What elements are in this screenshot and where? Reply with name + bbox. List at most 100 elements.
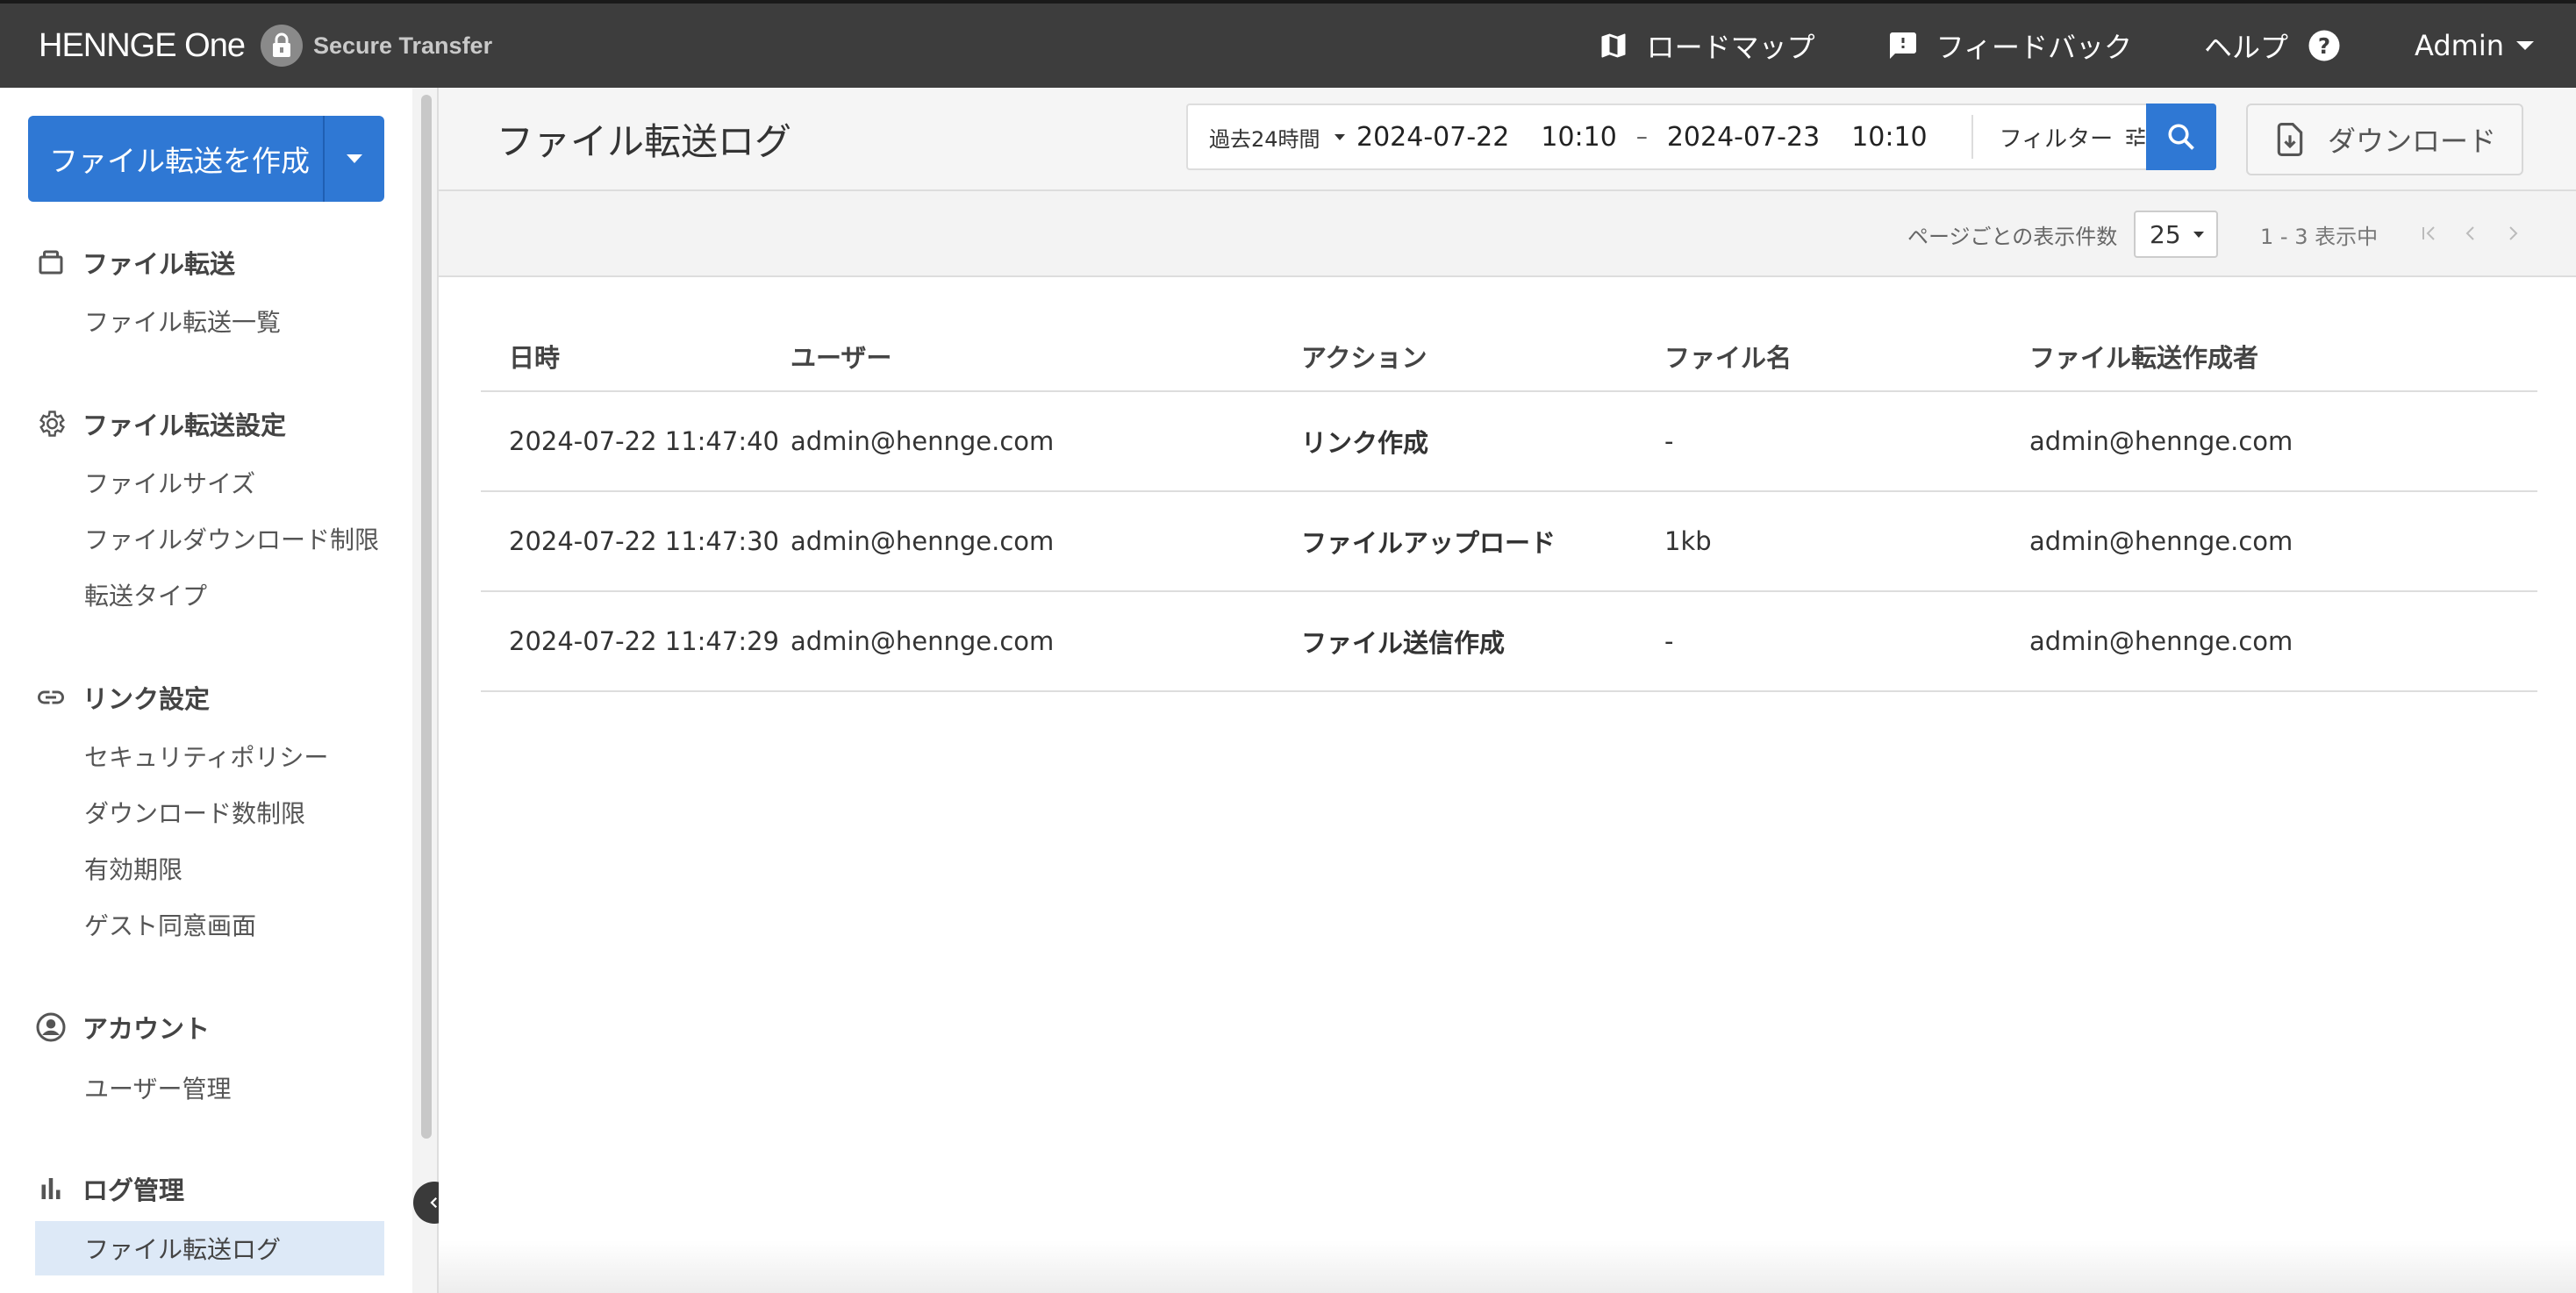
sidebar-item-user-management[interactable]: ユーザー管理 — [84, 1070, 231, 1105]
admin-label: Admin — [2415, 29, 2504, 62]
sidebar-item-guest-consent[interactable]: ゲスト同意画面 — [84, 907, 256, 942]
per-page-value: 25 — [2150, 219, 2181, 249]
map-icon — [1601, 33, 1626, 58]
bar-chart-icon — [41, 1178, 61, 1199]
cell-filename: - — [1664, 591, 2029, 692]
to-date-input[interactable]: 2024-07-23 — [1667, 122, 1820, 153]
table-row[interactable]: 2024-07-22 11:47:29 admin@hennge.com ファイ… — [481, 591, 2537, 692]
sidebar-item-label: ファイル転送ログ — [84, 1235, 282, 1264]
chevron-down-icon — [347, 154, 362, 163]
per-page-label: ページごとの表示件数 — [1907, 225, 2118, 249]
brand-logo: HENNGE One — [39, 26, 246, 64]
chevron-down-icon — [1334, 133, 1345, 140]
feedback-link[interactable]: フィードバック — [1887, 25, 2132, 66]
help-label: ヘルプ — [2204, 31, 2289, 64]
prev-page-icon[interactable] — [2450, 216, 2492, 251]
svg-text:?: ? — [2318, 33, 2330, 59]
roadmap-link[interactable]: ロードマップ — [1598, 25, 1815, 66]
column-header-date[interactable]: 日時 — [481, 321, 791, 392]
bottom-fade — [439, 1240, 2576, 1293]
search-icon — [2168, 124, 2194, 150]
sidebar-scrollbar[interactable] — [421, 95, 432, 1139]
create-transfer-button[interactable]: ファイル転送を作成 — [28, 116, 384, 202]
column-header-user[interactable]: ユーザー — [791, 321, 1301, 392]
cell-user: admin@hennge.com — [791, 491, 1301, 592]
pagination-bar: ページごとの表示件数 25 1 - 3 表示中 — [439, 193, 2576, 277]
cell-date: 2024-07-22 11:47:30 — [481, 491, 791, 592]
from-time-input[interactable]: 10:10 — [1541, 122, 1616, 153]
cell-creator: admin@hennge.com — [2029, 591, 2537, 692]
to-time-input[interactable]: 10:10 — [1851, 122, 1927, 153]
log-table: 日時 ユーザー アクション ファイル名 ファイル転送作成者 2024-07-22… — [481, 321, 2537, 692]
range-separator: – — [1635, 124, 1648, 150]
product-name: Secure Transfer — [312, 32, 493, 59]
log-panel: 日時 ユーザー アクション ファイル名 ファイル転送作成者 2024-07-22… — [439, 277, 2576, 1293]
sidebar-item-download-count[interactable]: ダウンロード数制限 — [84, 795, 305, 830]
feedback-icon — [1889, 32, 1916, 59]
section-title: ログ管理 — [82, 1175, 185, 1205]
search-button[interactable] — [2146, 104, 2216, 170]
next-page-icon[interactable] — [2492, 216, 2534, 251]
sidebar-item-transfer-type[interactable]: 転送タイプ — [84, 577, 207, 612]
date-filter-group: 過去24時間 2024-07-22 10:10 – 2024-07-23 10:… — [1186, 104, 2216, 170]
admin-menu[interactable]: Admin — [2415, 29, 2534, 62]
result-range: 1 - 3 表示中 — [2260, 225, 2379, 249]
briefcase-icon — [39, 250, 63, 275]
cell-user: admin@hennge.com — [791, 391, 1301, 492]
top-bar: HENNGE One Secure Transfer ロードマップ フィードバッ… — [0, 0, 2576, 88]
divider — [1971, 115, 1973, 159]
sidebar-section-transfer-settings: ファイル転送設定 — [35, 405, 286, 442]
sidebar-item-security-policy[interactable]: セキュリティポリシー — [84, 739, 328, 774]
help-link[interactable]: ヘルプ ? — [2204, 25, 2343, 66]
first-page-icon[interactable] — [2408, 216, 2450, 251]
sidebar-section-file-transfer: ファイル転送 — [35, 244, 235, 281]
cell-action: ファイル送信作成 — [1301, 591, 1664, 692]
file-download-icon — [2277, 123, 2303, 156]
cell-filename: - — [1664, 391, 2029, 492]
chevron-down-icon — [2516, 41, 2534, 50]
from-date-input[interactable]: 2024-07-22 — [1356, 122, 1509, 153]
sidebar-item-download-limit[interactable]: ファイルダウンロード制限 — [84, 521, 379, 556]
cell-user: admin@hennge.com — [791, 591, 1301, 692]
section-title: ファイル転送設定 — [82, 411, 287, 440]
content-header: ファイル転送ログ 過去24時間 2024-07-22 10:10 – 2024-… — [439, 88, 2576, 191]
cell-date: 2024-07-22 11:47:40 — [481, 391, 791, 492]
sidebar-section-account: アカウント — [35, 1009, 210, 1046]
brand[interactable]: HENNGE One Secure Transfer — [39, 25, 492, 67]
help-icon: ? — [2308, 30, 2340, 61]
sidebar-item-expiry[interactable]: 有効期限 — [84, 851, 182, 886]
sidebar-item-transfer-list[interactable]: ファイル転送一覧 — [84, 304, 281, 339]
sliders-icon — [2126, 127, 2145, 146]
section-title: ファイル転送 — [82, 249, 236, 279]
lock-badge-icon — [260, 25, 303, 67]
roadmap-label: ロードマップ — [1646, 31, 1815, 64]
sidebar-section-link-settings: リンク設定 — [35, 679, 210, 716]
download-button[interactable]: ダウンロード — [2246, 104, 2523, 175]
chevron-down-icon — [2193, 231, 2204, 238]
cell-action: ファイルアップロード — [1301, 491, 1664, 592]
pager-controls — [2408, 216, 2534, 251]
filter-button[interactable]: フィルター — [2000, 121, 2148, 154]
cell-date: 2024-07-22 11:47:29 — [481, 591, 791, 692]
column-header-action[interactable]: アクション — [1301, 321, 1664, 392]
column-header-filename[interactable]: ファイル名 — [1664, 321, 2029, 392]
column-header-creator[interactable]: ファイル転送作成者 — [2029, 321, 2537, 392]
top-nav: ロードマップ フィードバック ヘルプ ? Admin — [1598, 4, 2576, 88]
table-row[interactable]: 2024-07-22 11:47:30 admin@hennge.com ファイ… — [481, 491, 2537, 592]
create-transfer-dropdown[interactable] — [323, 116, 384, 202]
page-title: ファイル転送ログ — [497, 120, 792, 163]
link-icon — [38, 690, 64, 704]
account-circle-icon — [36, 1012, 66, 1042]
gear-icon — [39, 411, 65, 437]
cell-action: リンク作成 — [1301, 391, 1664, 492]
create-transfer-label[interactable]: ファイル転送を作成 — [28, 116, 323, 202]
sidebar-section-log-management: ログ管理 — [35, 1170, 184, 1207]
cell-filename: 1kb — [1664, 491, 2029, 592]
cell-creator: admin@hennge.com — [2029, 391, 2537, 492]
per-page-select[interactable]: 25 — [2134, 211, 2218, 258]
sidebar-item-transfer-log[interactable]: ファイル転送ログ — [35, 1221, 384, 1275]
section-title: アカウント — [82, 1014, 211, 1044]
sidebar-item-file-size[interactable]: ファイルサイズ — [84, 465, 255, 500]
range-select[interactable]: 過去24時間 — [1188, 122, 1356, 153]
table-row[interactable]: 2024-07-22 11:47:40 admin@hennge.com リンク… — [481, 391, 2537, 492]
